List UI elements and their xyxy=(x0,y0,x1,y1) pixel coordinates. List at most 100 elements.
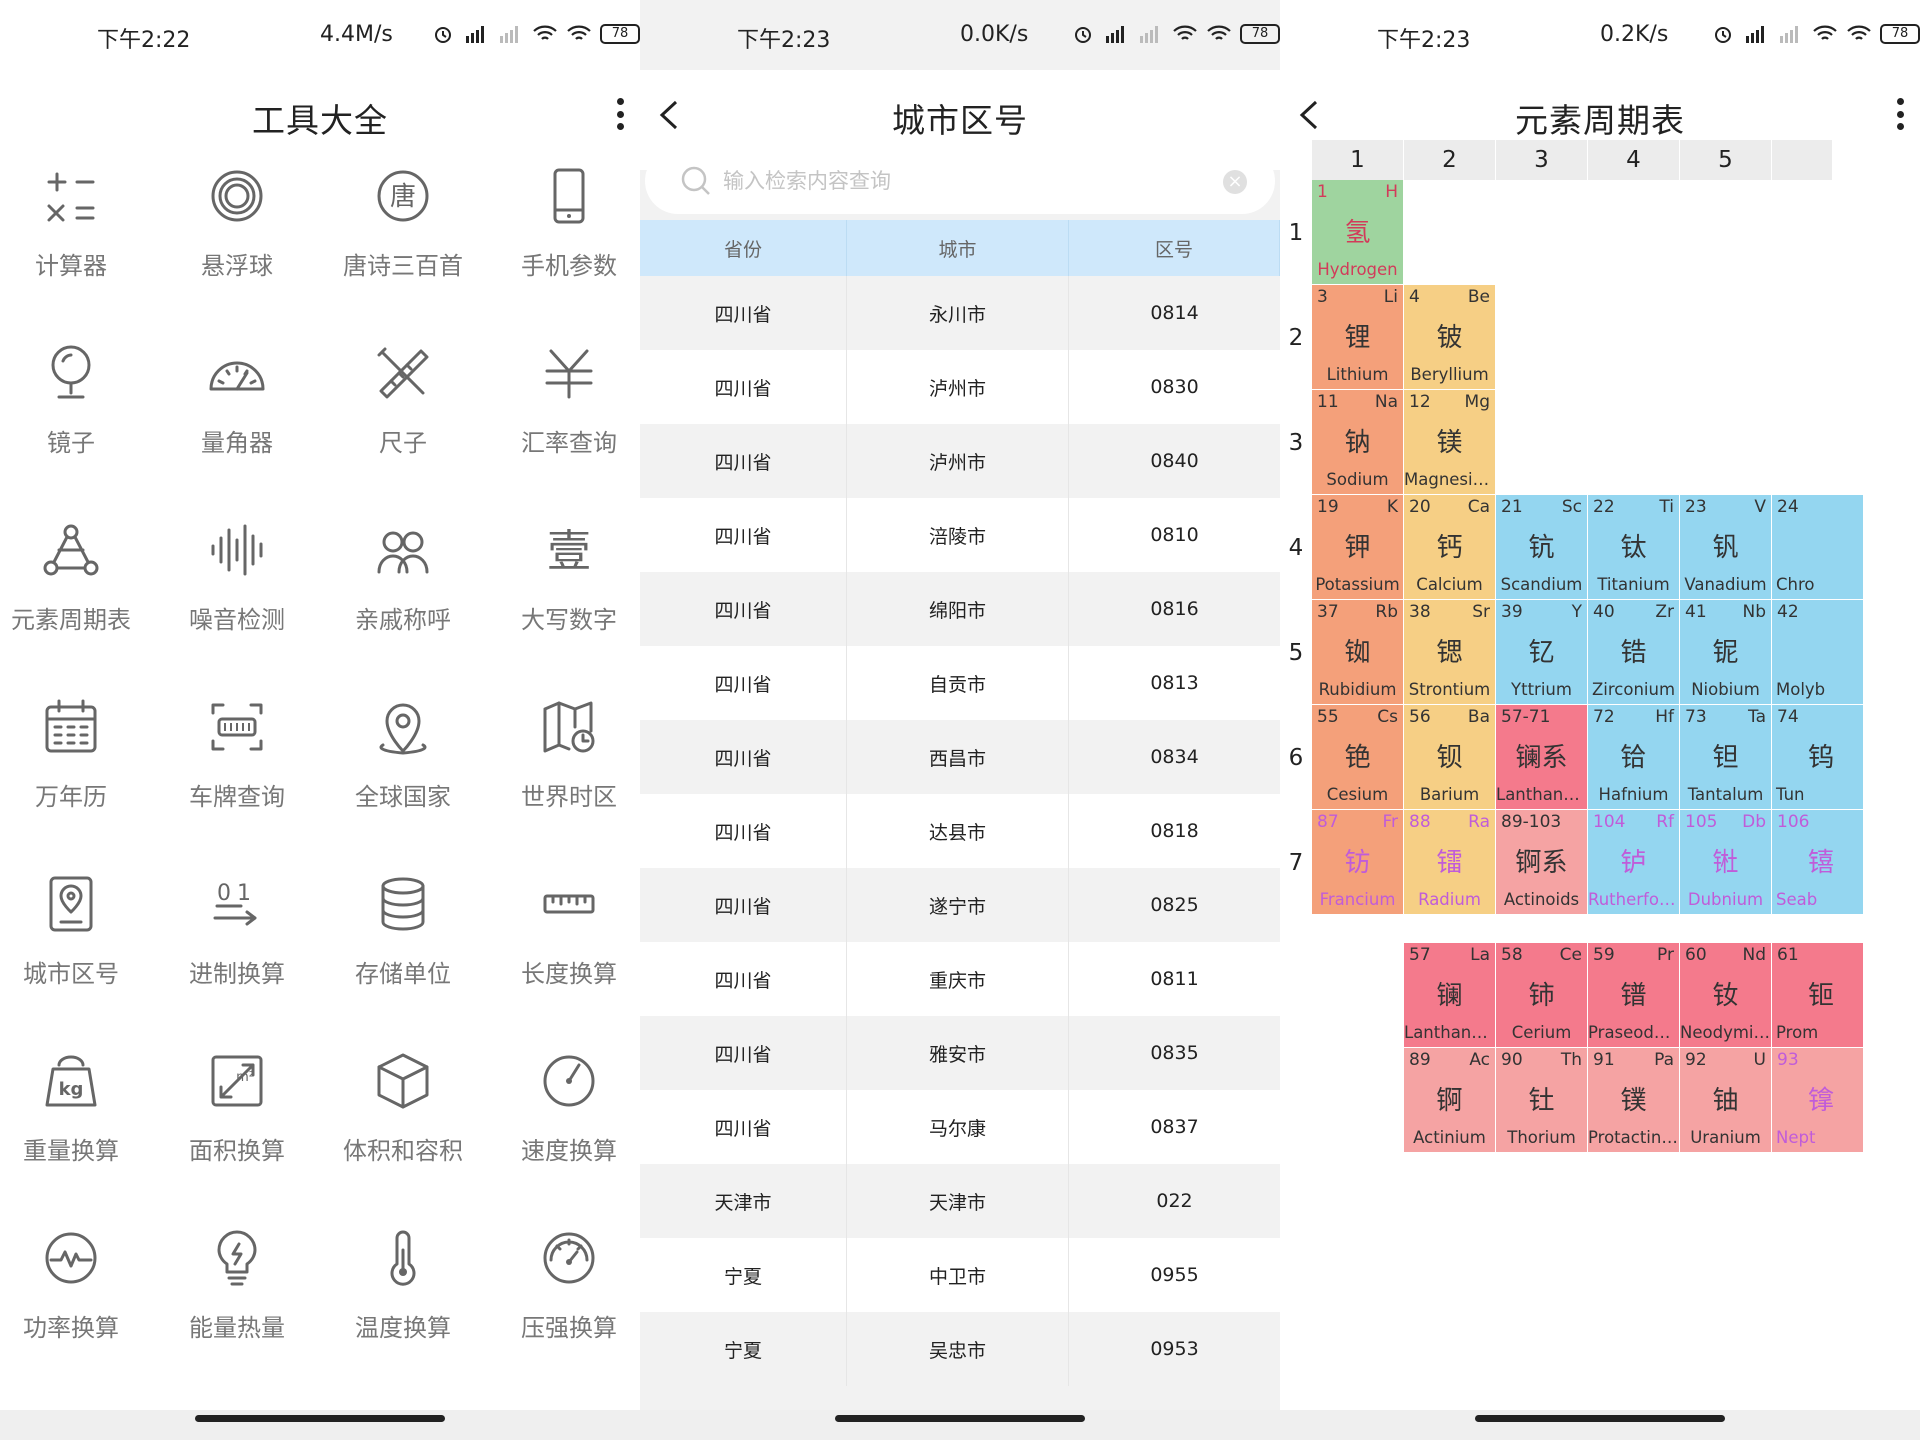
province-cell: 四川省 xyxy=(640,868,847,942)
element-cell[interactable]: 42Molyb95 xyxy=(1772,600,1864,705)
tool-item[interactable]: 速度换算 xyxy=(486,1035,640,1212)
tool-item[interactable]: 能量热量 xyxy=(154,1212,320,1389)
element-cell[interactable]: 91 Pa 镤 Protactinium 231 xyxy=(1588,1048,1680,1153)
element-cell[interactable]: 57La镧Lanthanum139 xyxy=(1404,943,1496,1048)
tool-item[interactable]: 车牌查询 xyxy=(154,681,320,858)
tool-item[interactable]: 尺子 xyxy=(320,327,486,504)
element-cell[interactable]: 92 U铀 Uranium 238 xyxy=(1680,1048,1772,1153)
element-cell[interactable]: 23V钒Vanadium50.94 xyxy=(1680,495,1772,600)
element-cell[interactable]: 40Zr锆Zirconium91.22 xyxy=(1588,600,1680,705)
tool-item[interactable]: 量角器 xyxy=(154,327,320,504)
table-row[interactable]: 四川省 重庆市 0811 xyxy=(640,942,1280,1016)
table-row[interactable]: 宁夏 吴忠市 0953 xyxy=(640,1312,1280,1386)
element-cell[interactable]: 105 Db𬭊 Dubnium 262 xyxy=(1680,810,1772,915)
table-row[interactable]: 四川省 涪陵市 0810 xyxy=(640,498,1280,572)
tool-item[interactable]: 唐唐诗三百首 xyxy=(320,150,486,327)
element-cell[interactable]: 41Nb铌Niobium92.91 xyxy=(1680,600,1772,705)
table-row[interactable]: 四川省 达县市 0818 xyxy=(640,794,1280,868)
element-cell[interactable]: 19K钾Potassium39.1 xyxy=(1312,495,1404,600)
element-cell[interactable]: 73Ta钽Tantalum181 xyxy=(1680,705,1772,810)
element-number: 93 xyxy=(1777,1050,1799,1070)
tool-item[interactable]: 体积和容积 xyxy=(320,1035,486,1212)
tool-item[interactable]: 世界时区 xyxy=(486,681,640,858)
table-row[interactable]: 天津市 天津市 022 xyxy=(640,1164,1280,1238)
tool-item[interactable]: 长度换算 xyxy=(486,858,640,1035)
table-row[interactable]: 四川省 绵阳市 0816 xyxy=(640,572,1280,646)
table-row[interactable]: 四川省 雅安市 0835 xyxy=(640,1016,1280,1090)
column-header-province[interactable]: 省份 xyxy=(640,220,847,276)
element-cell[interactable]: 88 Ra镭 Radium 226 xyxy=(1404,810,1496,915)
element-cell[interactable]: 21Sc钪Scandium44.96 xyxy=(1496,495,1588,600)
element-cell[interactable]: 22Ti钛Titanium47.87 xyxy=(1588,495,1680,600)
tool-label: 世界时区 xyxy=(521,783,617,811)
tool-item[interactable]: 0 1 进制换算 xyxy=(154,858,320,1035)
tool-item[interactable]: 温度换算 xyxy=(320,1212,486,1389)
element-cell[interactable]: 56Ba钡Barium137.3 xyxy=(1404,705,1496,810)
element-cell[interactable]: 12Mg镁Magnesium24.31 xyxy=(1404,390,1496,495)
table-row[interactable]: 四川省 泸州市 0840 xyxy=(640,424,1280,498)
element-cell[interactable]: 104 Rf 𬬻 Rutherfordi... 261 xyxy=(1588,810,1680,915)
table-row[interactable]: 四川省 遂宁市 0825 xyxy=(640,868,1280,942)
signal-hd-icon xyxy=(1744,24,1770,44)
element-cell[interactable]: 58Ce铈Cerium140 xyxy=(1496,943,1588,1048)
tool-item[interactable]: 壹大写数字 xyxy=(486,504,640,681)
table-row[interactable]: 四川省 马尔康 0837 xyxy=(640,1090,1280,1164)
table-row[interactable]: 宁夏 中卫市 0955 xyxy=(640,1238,1280,1312)
tool-item[interactable]: 全球国家 xyxy=(320,681,486,858)
more-menu-button[interactable] xyxy=(606,94,634,134)
element-cell[interactable]: 39Y钇Yttrium88.91 xyxy=(1496,600,1588,705)
column-header-city[interactable]: 城市 xyxy=(847,220,1069,276)
tool-item[interactable]: 汇率查询 xyxy=(486,327,640,504)
element-cell[interactable]: 24 Chro xyxy=(1772,495,1864,600)
tool-item[interactable]: 悬浮球 xyxy=(154,150,320,327)
tool-item[interactable]: 元素周期表 xyxy=(0,504,154,681)
tool-item[interactable]: 计算器 xyxy=(0,150,154,327)
home-indicator[interactable] xyxy=(835,1415,1085,1422)
element-cell[interactable]: 20Ca钙Calcium40.08 xyxy=(1404,495,1496,600)
clear-search-icon[interactable]: × xyxy=(1223,170,1247,194)
element-cell[interactable]: 74钨Tun1 xyxy=(1772,705,1864,810)
element-cell[interactable]: 61钷Prom1 xyxy=(1772,943,1864,1048)
tool-item[interactable]: 噪音检测 xyxy=(154,504,320,681)
tool-item[interactable]: 压强换算 xyxy=(486,1212,640,1389)
city-cell: 绵阳市 xyxy=(847,572,1069,646)
tool-item[interactable]: 功率换算 xyxy=(0,1212,154,1389)
element-cell[interactable]: 4Be铍Beryllium9.012 xyxy=(1404,285,1496,390)
home-indicator[interactable] xyxy=(195,1415,445,1422)
element-cell[interactable]: 93 镎 Nept 2 xyxy=(1772,1048,1864,1153)
table-row[interactable]: 四川省 泸州市 0830 xyxy=(640,350,1280,424)
table-row[interactable]: 四川省 西昌市 0834 xyxy=(640,720,1280,794)
element-cell[interactable]: 11Na钠Sodium22.99 xyxy=(1312,390,1404,495)
element-cell[interactable]: 89-103 锕系 Actinoids xyxy=(1496,810,1588,915)
tool-item[interactable]: 城市区号 xyxy=(0,858,154,1035)
home-indicator[interactable] xyxy=(1475,1415,1725,1422)
element-cell[interactable]: 72Hf铪Hafnium178.5 xyxy=(1588,705,1680,810)
tool-item[interactable]: m² 面积换算 xyxy=(154,1035,320,1212)
element-cell[interactable]: 57-71 镧系 Lanthanoids xyxy=(1496,705,1588,810)
element-cell[interactable]: 3Li锂Lithium6.941 xyxy=(1312,285,1404,390)
element-cell[interactable]: 87 Fr 钫 Francium 223 xyxy=(1312,810,1404,915)
element-cell[interactable]: 89 Ac 锕 Actinium 227 xyxy=(1404,1048,1496,1153)
tool-item[interactable]: 存储单位 xyxy=(320,858,486,1035)
tool-item[interactable]: 手机参数 xyxy=(486,150,640,327)
element-cell[interactable]: 37Rb铷Rubidium85.47 xyxy=(1312,600,1404,705)
element-cell[interactable]: 90 Th钍 Thorium 232 xyxy=(1496,1048,1588,1153)
element-cell[interactable]: 38Sr锶Strontium87.62 xyxy=(1404,600,1496,705)
table-row[interactable]: 四川省 自贡市 0813 xyxy=(640,646,1280,720)
column-header-code[interactable]: 区号 xyxy=(1069,220,1280,276)
element-cell[interactable]: 1H氢Hydrogen1.008 xyxy=(1312,180,1404,285)
tool-item[interactable]: kg 重量换算 xyxy=(0,1035,154,1212)
search-bar[interactable]: × xyxy=(645,148,1275,214)
tool-item[interactable]: 万年历 xyxy=(0,681,154,858)
periodic-table[interactable]: 1234512345671H氢Hydrogen1.0083Li锂Lithium6… xyxy=(1280,140,1920,1153)
element-cell[interactable]: 59Pr镨Praseodym...141 xyxy=(1588,943,1680,1048)
wifi-icon xyxy=(1206,24,1232,44)
search-input[interactable] xyxy=(723,160,1183,202)
element-cell[interactable]: 106 𬭳 Seab 2 xyxy=(1772,810,1864,915)
tool-item[interactable]: 亲戚称呼 xyxy=(320,504,486,681)
tool-item[interactable]: 镜子 xyxy=(0,327,154,504)
element-cell[interactable]: 55Cs铯Cesium133 xyxy=(1312,705,1404,810)
more-menu-button[interactable] xyxy=(1886,94,1914,134)
element-cell[interactable]: 60Nd钕Neodymium144 xyxy=(1680,943,1772,1048)
table-row[interactable]: 四川省 永川市 0814 xyxy=(640,276,1280,350)
